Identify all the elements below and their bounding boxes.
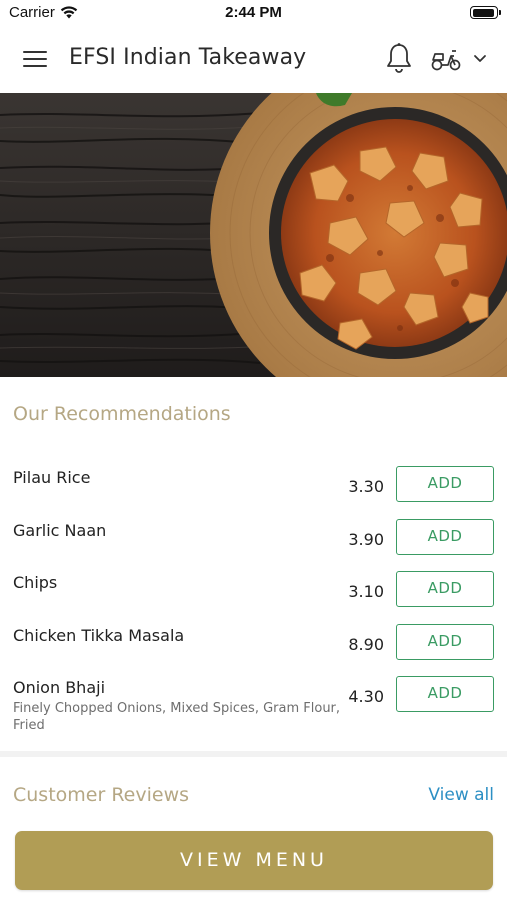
item-name: Chicken Tikka Masala — [13, 626, 185, 645]
add-button[interactable]: ADD — [396, 519, 494, 555]
item-price: 3.90 — [348, 530, 384, 549]
item-name: Garlic Naan — [13, 521, 107, 540]
item-name: Onion Bhaji — [13, 678, 106, 697]
item-description: Finely Chopped Onions, Mixed Spices, Gra… — [13, 701, 341, 733]
bell-icon[interactable] — [385, 42, 413, 74]
app-header: EFSI Indian Takeaway — [0, 26, 507, 93]
section-divider — [0, 751, 507, 757]
item-price: 3.30 — [348, 477, 384, 496]
add-button[interactable]: ADD — [396, 624, 494, 660]
item-name: Chips — [13, 573, 58, 592]
status-bar: Carrier 2:44 PM — [0, 0, 507, 26]
scooter-icon[interactable] — [430, 46, 462, 72]
item-name: Pilau Rice — [13, 468, 91, 487]
view-all-link[interactable]: View all — [428, 785, 494, 805]
battery-icon — [470, 6, 501, 19]
menu-icon[interactable] — [23, 51, 47, 69]
restaurant-title: EFSI Indian Takeaway — [69, 45, 307, 70]
reviews-title: Customer Reviews — [13, 784, 190, 806]
item-price: 3.10 — [348, 582, 384, 601]
view-menu-button[interactable]: VIEW MENU — [15, 831, 493, 890]
add-button[interactable]: ADD — [396, 676, 494, 712]
add-button[interactable]: ADD — [396, 466, 494, 502]
add-button[interactable]: ADD — [396, 571, 494, 607]
chevron-down-icon[interactable] — [472, 52, 488, 66]
curry-dish-photo — [0, 93, 507, 377]
item-price: 4.30 — [348, 687, 384, 706]
hero-image — [0, 93, 507, 377]
item-price: 8.90 — [348, 635, 384, 654]
recommendations-title: Our Recommendations — [13, 403, 231, 425]
status-time: 2:44 PM — [225, 4, 282, 21]
